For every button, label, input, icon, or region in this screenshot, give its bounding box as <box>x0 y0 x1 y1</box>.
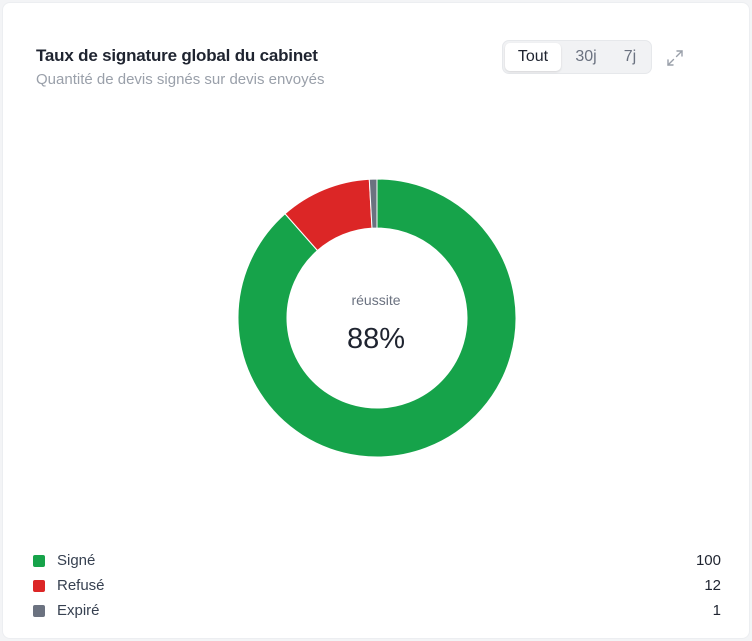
legend-item-expire: Expiré 1 <box>33 598 721 623</box>
legend-label: Expiré <box>57 602 100 619</box>
legend-swatch-expire <box>33 604 45 617</box>
legend-item-refuse: Refusé 12 <box>33 573 721 598</box>
legend-value: 12 <box>704 577 721 594</box>
legend-value: 1 <box>712 602 721 619</box>
legend: Signé 100 Refusé 12 Expiré 1 <box>33 548 721 623</box>
legend-swatch-signe <box>33 554 45 567</box>
legend-item-signe: Signé 100 <box>33 548 721 573</box>
donut-chart <box>0 0 752 520</box>
legend-label: Signé <box>57 552 96 569</box>
legend-label: Refusé <box>57 577 105 594</box>
legend-value: 100 <box>695 552 721 569</box>
donut-chart-svg <box>237 178 517 458</box>
center-value: 88% <box>346 323 406 355</box>
legend-swatch-refuse <box>33 579 45 592</box>
center-label: réussite <box>351 292 401 308</box>
